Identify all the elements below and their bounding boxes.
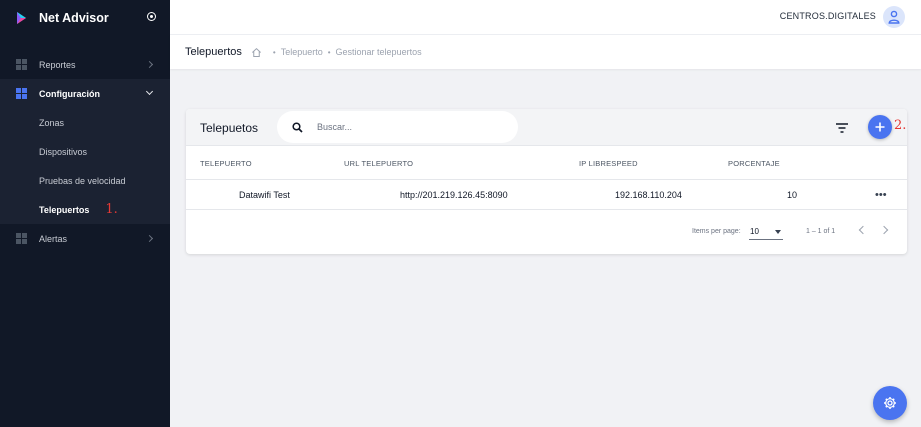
sidebar-subitem-label: Dispositivos	[39, 146, 88, 157]
user-avatar[interactable]	[883, 6, 905, 28]
annotation-2: 2.	[894, 118, 907, 133]
page-range: 1 – 1 of 1	[806, 228, 836, 235]
breadcrumb: Telepuertos • Telepuerto • Gestionar tel…	[170, 35, 921, 69]
brand: Net Advisor	[0, 0, 170, 35]
search-box[interactable]	[277, 111, 518, 143]
cell-porcentaje: 10	[787, 190, 798, 200]
sidebar-subitem-zonas[interactable]: Zonas	[0, 108, 170, 137]
sidebar-subitem-label: Pruebas de velocidad	[39, 175, 126, 186]
sidebar-subitem-telepuertos[interactable]: Telepuertos 1.	[0, 195, 170, 224]
column-header-porcentaje[interactable]: PORCENTAJE	[728, 159, 780, 168]
sidebar-item-label: Alertas	[39, 233, 68, 244]
sidebar-subitem-dispositivos[interactable]: Dispositivos	[0, 137, 170, 166]
settings-button[interactable]	[873, 386, 907, 420]
column-header-url[interactable]: URL TELEPUERTO	[344, 159, 413, 168]
cell-url: http://201.219.126.45:8090	[400, 190, 508, 200]
sidebar-item-reportes[interactable]: Reportes	[0, 50, 170, 79]
items-per-page-label: Items per page:	[692, 228, 741, 235]
dashboard-icon	[16, 59, 27, 70]
chevron-down-icon	[145, 87, 154, 96]
more-actions-icon[interactable]: •••	[875, 189, 887, 201]
breadcrumb-link-gestionar[interactable]: Gestionar telepuertos	[336, 47, 422, 57]
home-icon[interactable]	[251, 47, 262, 58]
sidebar-item-alertas[interactable]: Alertas	[0, 224, 170, 253]
caret-down-icon	[775, 230, 781, 234]
telepuertos-card: Telepuetos 2. TELEPUERTO URL TELEPUERTO …	[186, 109, 907, 254]
sidebar: Net Advisor Reportes Configuración Zonas…	[0, 0, 170, 427]
column-header-telepuerto[interactable]: TELEPUERTO	[200, 159, 252, 168]
card-title: Telepuetos	[200, 121, 259, 135]
cell-telepuerto: Datawifi Test	[239, 190, 290, 200]
sidebar-subitem-label: Telepuertos	[39, 204, 90, 215]
sidebar-item-label: Configuración	[39, 88, 100, 99]
search-icon	[292, 122, 303, 133]
dashboard-icon	[16, 233, 27, 244]
breadcrumb-separator: •	[327, 47, 331, 57]
chevron-right-icon	[145, 234, 154, 243]
sidebar-subitem-label: Zonas	[39, 117, 65, 128]
page-title: Telepuertos	[185, 46, 242, 58]
breadcrumb-link-telepuerto[interactable]: Telepuerto	[281, 47, 323, 57]
sidebar-toggle-icon[interactable]	[147, 12, 156, 21]
sidebar-subitem-pruebas[interactable]: Pruebas de velocidad	[0, 166, 170, 195]
sidebar-item-label: Reportes	[39, 59, 76, 70]
logo-icon	[17, 11, 26, 24]
paginator: Items per page: 10 1 – 1 of 1	[186, 210, 907, 254]
column-header-ip[interactable]: IP LIBRESPEED	[579, 159, 638, 168]
items-per-page-select[interactable]: 10	[749, 223, 783, 240]
table-header: TELEPUERTO URL TELEPUERTO IP LIBRESPEED …	[186, 146, 907, 180]
filter-icon[interactable]	[835, 122, 849, 134]
topbar: CENTROS.DIGITALES	[170, 0, 921, 35]
search-input[interactable]	[317, 119, 507, 135]
items-per-page-value: 10	[750, 227, 759, 236]
add-telepuerto-button[interactable]	[868, 115, 892, 139]
previous-page-icon[interactable]	[858, 225, 868, 235]
annotation-1: 1.	[105, 202, 118, 217]
settings-icon	[884, 397, 896, 409]
card-header: Telepuetos 2.	[186, 109, 907, 146]
dashboard-icon	[16, 88, 27, 99]
user-icon	[888, 10, 900, 24]
plus-icon	[875, 122, 885, 132]
cell-ip: 192.168.110.204	[615, 190, 682, 200]
table-row[interactable]: Datawifi Test http://201.219.126.45:8090…	[186, 180, 907, 210]
user-name[interactable]: CENTROS.DIGITALES	[780, 11, 876, 21]
next-page-icon[interactable]	[879, 225, 889, 235]
breadcrumb-separator: •	[272, 47, 276, 57]
chevron-right-icon	[145, 60, 154, 69]
sidebar-item-configuracion[interactable]: Configuración	[0, 79, 170, 108]
app-name: Net Advisor	[39, 10, 109, 25]
